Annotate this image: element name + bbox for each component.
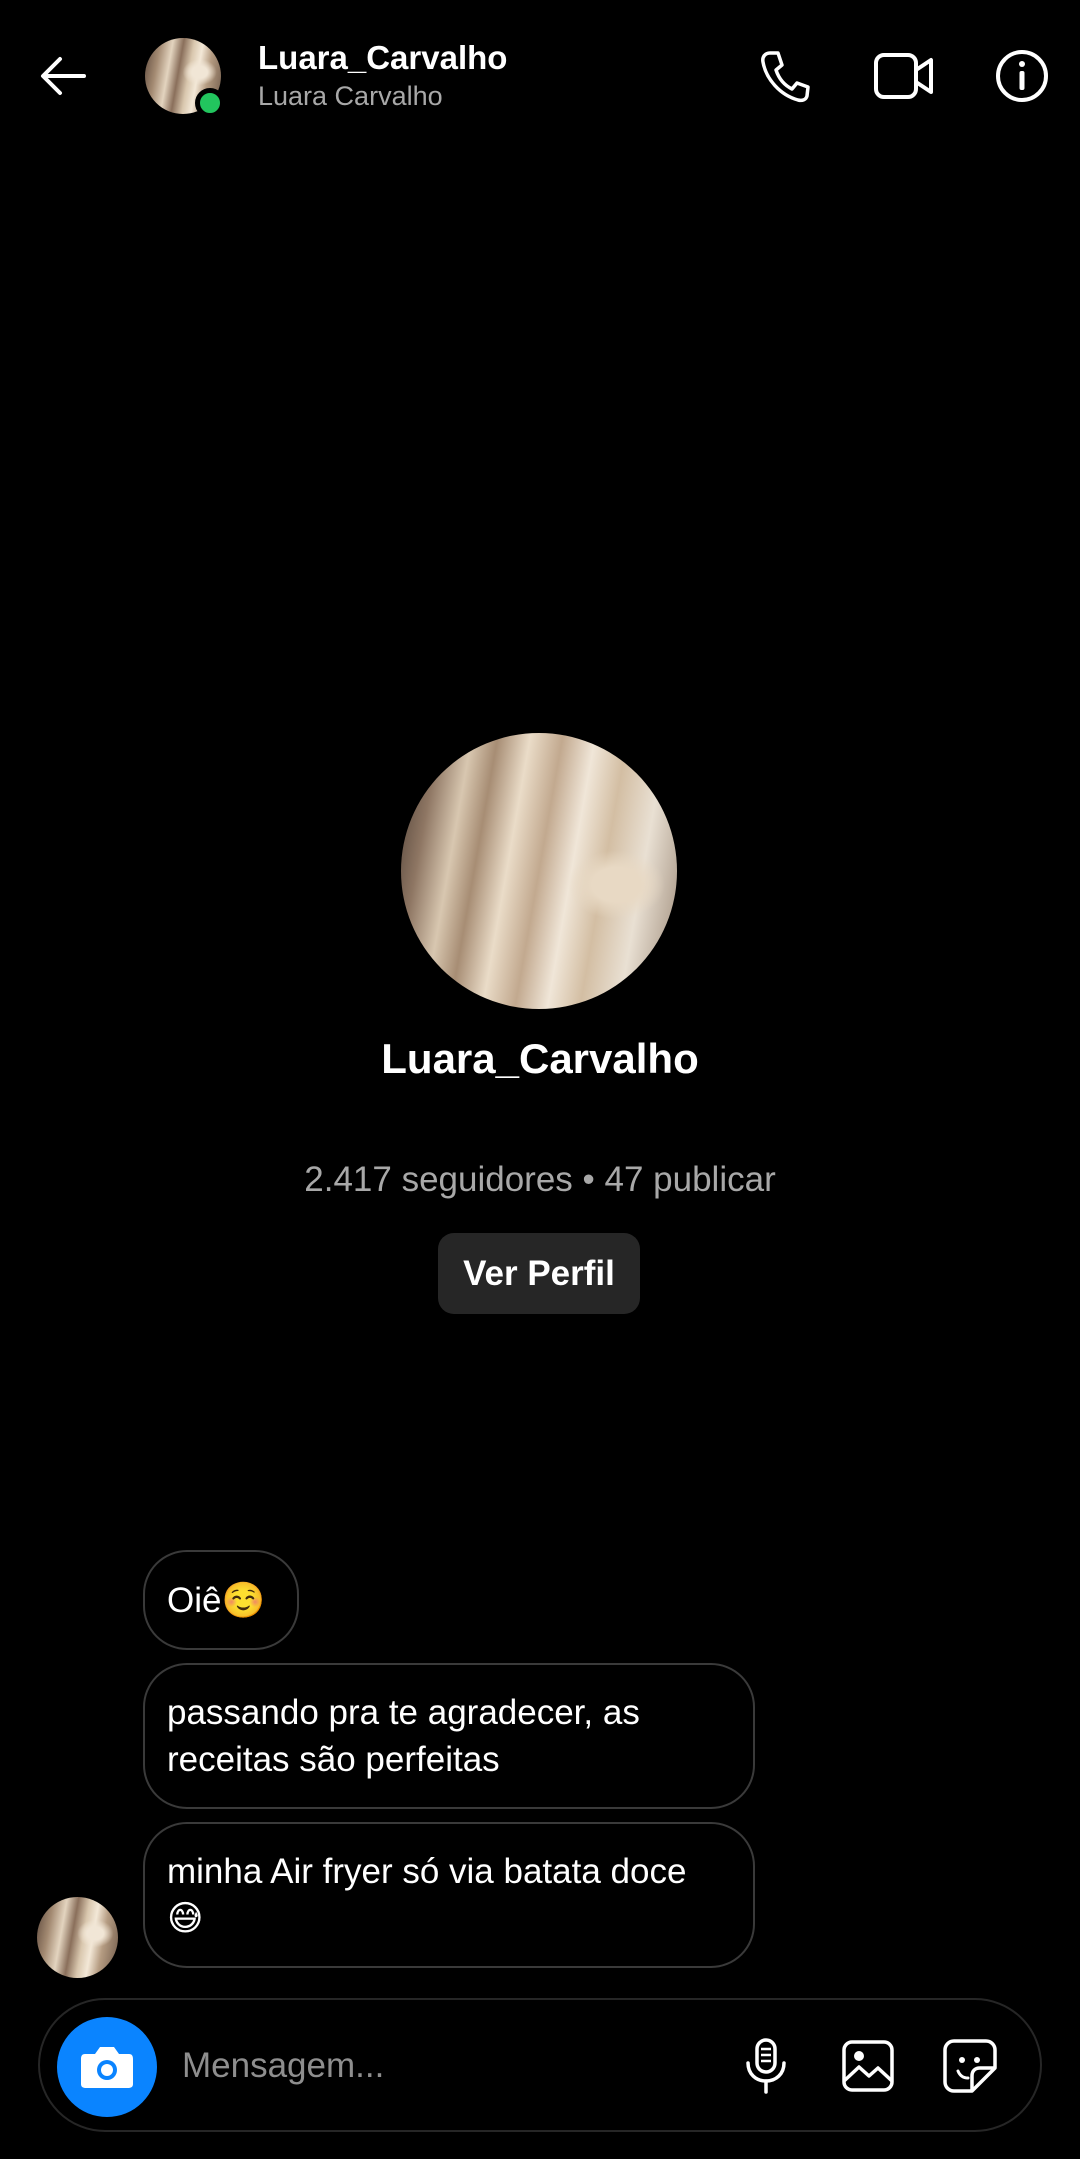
message-bubble[interactable]: passando pra te agradecer, as receitas s… xyxy=(143,1663,755,1809)
camera-icon xyxy=(81,2047,133,2088)
profile-stats: 2.417 seguidores • 47 publicar xyxy=(304,1160,776,1199)
chat-header: Luara_Carvalho Luara Carvalho xyxy=(0,0,1080,150)
view-profile-button[interactable]: Ver Perfil xyxy=(438,1233,640,1314)
header-username: Luara_Carvalho xyxy=(258,39,508,76)
header-title-block[interactable]: Luara_Carvalho Luara Carvalho xyxy=(258,38,507,114)
profile-username: Luara_Carvalho xyxy=(381,1035,699,1082)
message-composer xyxy=(38,1998,1042,2132)
info-button[interactable] xyxy=(982,40,1062,112)
header-avatar[interactable] xyxy=(145,38,225,118)
chat-screen: Luara_Carvalho Luara Carvalho Luara_Carv… xyxy=(0,0,1080,2159)
sticker-icon xyxy=(943,2039,997,2093)
info-icon xyxy=(996,50,1048,102)
voice-message-button[interactable] xyxy=(730,2030,802,2102)
message-bubble[interactable]: minha Air fryer só via batata doce 😅 xyxy=(143,1822,755,1968)
gallery-icon xyxy=(842,2040,894,2092)
video-call-button[interactable] xyxy=(864,40,944,112)
gallery-button[interactable] xyxy=(832,2030,904,2102)
microphone-icon xyxy=(746,2038,786,2094)
video-camera-icon xyxy=(874,53,933,99)
sticker-button[interactable] xyxy=(934,2030,1006,2102)
phone-icon xyxy=(761,51,810,103)
header-display-name: Luara Carvalho xyxy=(258,81,443,111)
message-text: Oiê☺️ xyxy=(167,1580,266,1620)
camera-button[interactable] xyxy=(57,2017,157,2117)
message-text: minha Air fryer só via batata doce 😅 xyxy=(167,1852,687,1938)
online-status-dot xyxy=(195,88,225,118)
voice-call-button[interactable] xyxy=(745,40,825,112)
sender-avatar[interactable] xyxy=(37,1897,118,1978)
profile-avatar[interactable] xyxy=(401,733,677,1009)
avatar-image xyxy=(37,1897,118,1978)
message-text: passando pra te agradecer, as receitas s… xyxy=(167,1693,640,1779)
message-bubble[interactable]: Oiê☺️ xyxy=(143,1550,299,1650)
back-arrow-icon xyxy=(41,57,86,95)
message-input[interactable] xyxy=(182,2030,742,2102)
back-button[interactable] xyxy=(30,40,96,112)
